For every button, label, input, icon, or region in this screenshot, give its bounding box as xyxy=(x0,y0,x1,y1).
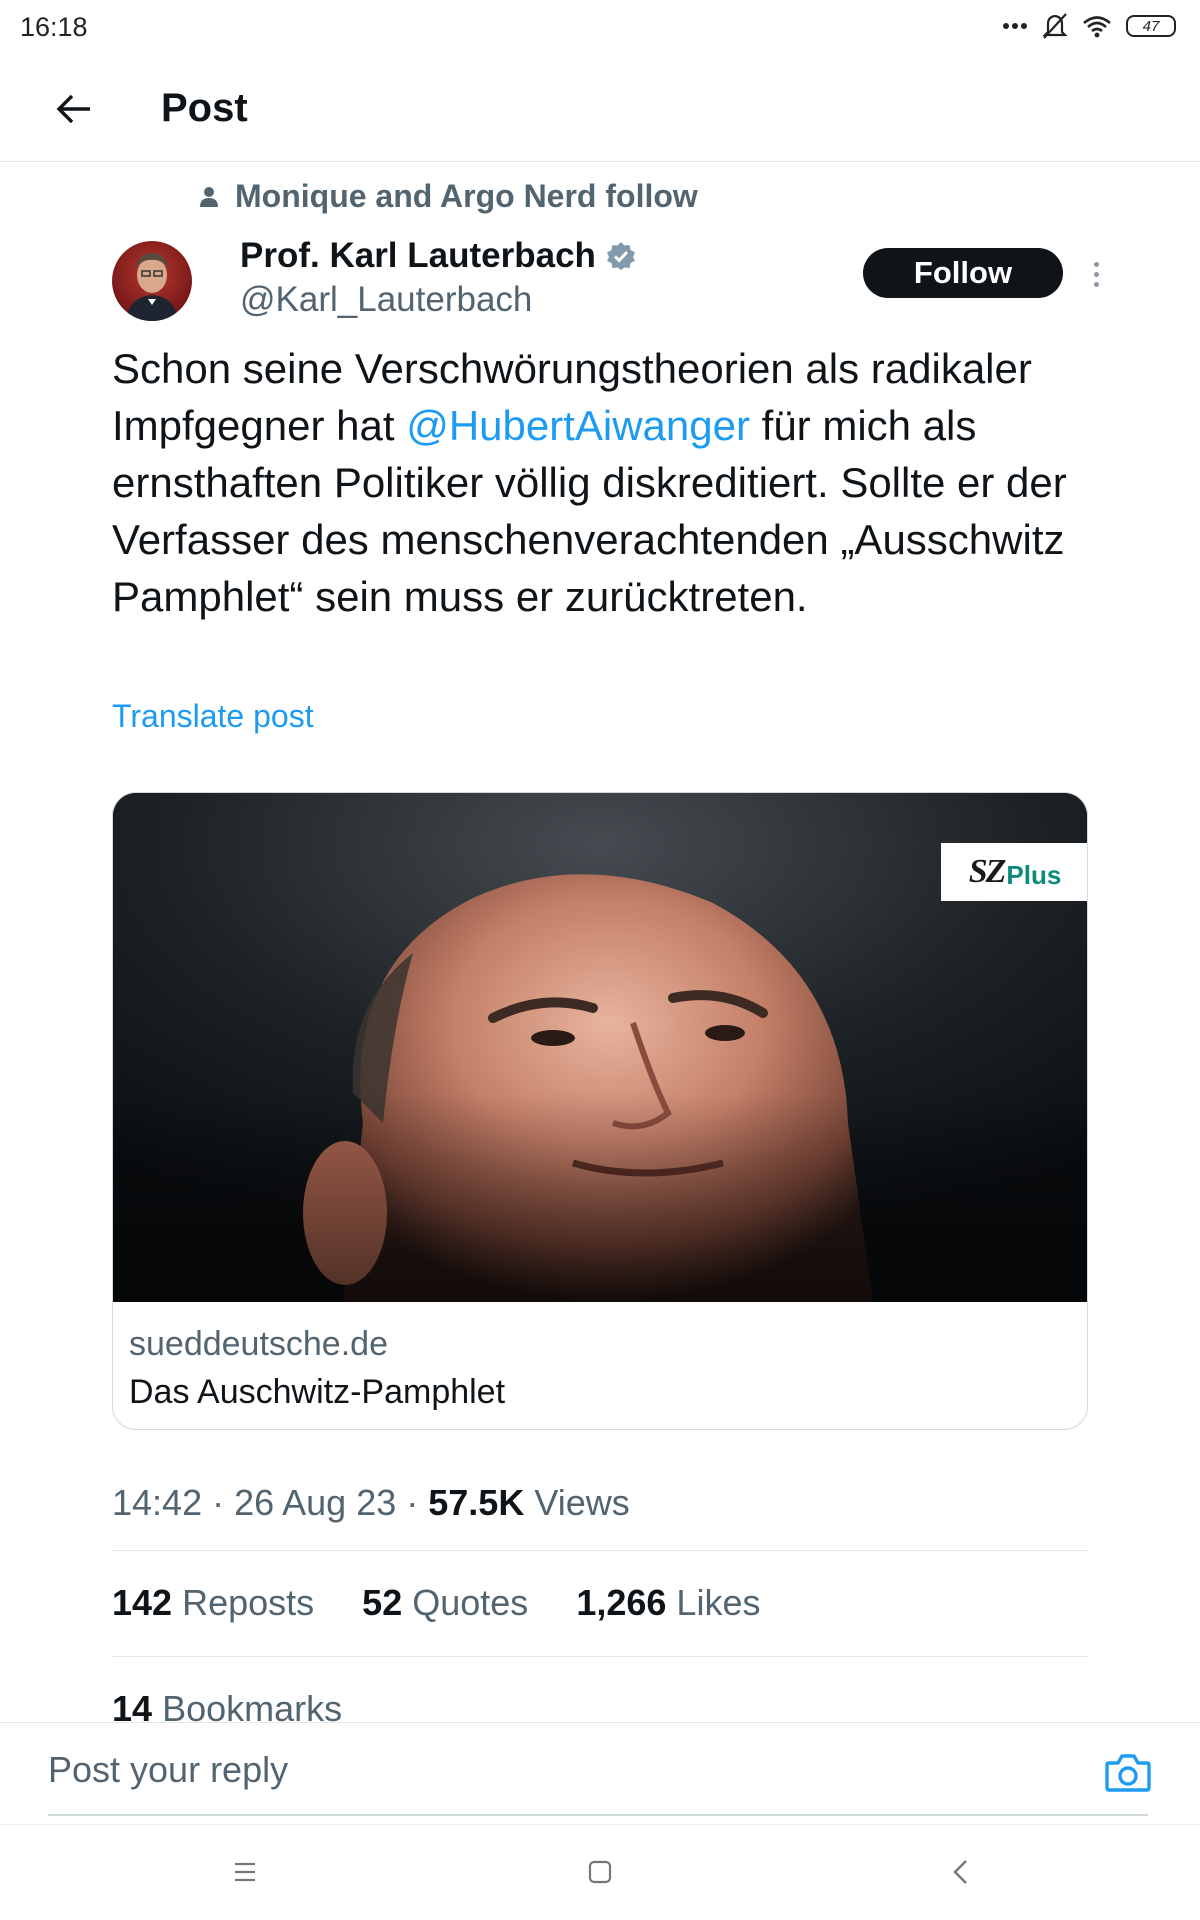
divider xyxy=(112,1550,1088,1551)
reposts-label: Reposts xyxy=(182,1582,315,1623)
reply-input-underline xyxy=(48,1814,1148,1816)
engagement-stats: 142 Reposts 52 Quotes 1,266 Likes xyxy=(112,1582,760,1624)
divider xyxy=(112,1656,1088,1657)
back-button[interactable] xyxy=(48,83,100,135)
avatar[interactable] xyxy=(112,241,192,321)
top-app-bar: Post xyxy=(0,56,1200,162)
quotes-stat[interactable]: 52 Quotes xyxy=(362,1582,528,1624)
post-time[interactable]: 14:42 xyxy=(112,1482,202,1523)
bell-muted-icon xyxy=(1042,13,1068,39)
quotes-label: Quotes xyxy=(412,1582,529,1623)
recent-apps-icon[interactable] xyxy=(230,1857,260,1887)
views-label: Views xyxy=(534,1482,630,1523)
likes-stat[interactable]: 1,266 Likes xyxy=(576,1582,760,1624)
author-handle[interactable]: @Karl_Lauterbach xyxy=(240,280,532,320)
author-name-row[interactable]: Prof. Karl Lauterbach xyxy=(240,236,636,276)
tweet-text: Schon seine Verschwörungstheorien als ra… xyxy=(112,340,1122,625)
more-options-icon[interactable] xyxy=(1085,254,1107,294)
status-bar: 16:18 47 xyxy=(0,0,1200,56)
wifi-icon xyxy=(1083,16,1111,38)
status-icons: 47 xyxy=(1002,12,1176,40)
follow-button[interactable]: Follow xyxy=(863,248,1063,298)
mention-link[interactable]: @HubertAiwanger xyxy=(406,402,750,449)
quotes-count: 52 xyxy=(362,1582,403,1623)
reply-input[interactable]: Post your reply xyxy=(48,1749,288,1791)
likes-count: 1,266 xyxy=(576,1582,667,1623)
person-icon xyxy=(200,186,218,207)
author-name: Prof. Karl Lauterbach xyxy=(240,236,596,275)
reposts-count: 142 xyxy=(112,1582,173,1623)
reposts-stat[interactable]: 142 Reposts xyxy=(112,1582,314,1624)
status-time: 16:18 xyxy=(20,12,88,42)
card-image: SZ Plus xyxy=(113,793,1087,1302)
translate-post-link[interactable]: Translate post xyxy=(112,698,314,735)
post-meta: 14:42 · 26 Aug 23 · 57.5K Views xyxy=(112,1482,630,1523)
card-domain: sueddeutsche.de xyxy=(129,1325,388,1363)
camera-icon[interactable] xyxy=(1104,1751,1152,1795)
likes-label: Likes xyxy=(676,1582,761,1623)
page-title: Post xyxy=(161,86,248,130)
sz-plus-label: Plus xyxy=(1006,859,1062,890)
social-context-text: Monique and Argo Nerd follow xyxy=(235,178,698,214)
link-preview-card[interactable]: SZ Plus sueddeutsche.de Das Auschwitz-Pa… xyxy=(112,792,1088,1430)
sz-plus-badge: SZ Plus xyxy=(941,843,1087,901)
battery-icon: 47 xyxy=(1126,15,1176,37)
reply-bar: Post your reply xyxy=(0,1722,1200,1824)
back-nav-icon[interactable] xyxy=(948,1857,972,1887)
card-title: Das Auschwitz-Pamphlet xyxy=(129,1373,506,1411)
system-navigation-bar xyxy=(0,1824,1200,1920)
social-context[interactable]: Monique and Argo Nerd follow xyxy=(195,178,698,215)
more-dots-icon xyxy=(1003,23,1027,29)
verified-badge-icon xyxy=(606,242,635,270)
avatar-portrait xyxy=(126,253,178,321)
arrow-left-icon xyxy=(56,94,90,124)
views-count: 57.5K xyxy=(428,1482,525,1523)
sz-logo: SZ xyxy=(968,853,1007,890)
home-icon[interactable] xyxy=(586,1858,614,1886)
post-date[interactable]: 26 Aug 23 xyxy=(234,1482,396,1523)
